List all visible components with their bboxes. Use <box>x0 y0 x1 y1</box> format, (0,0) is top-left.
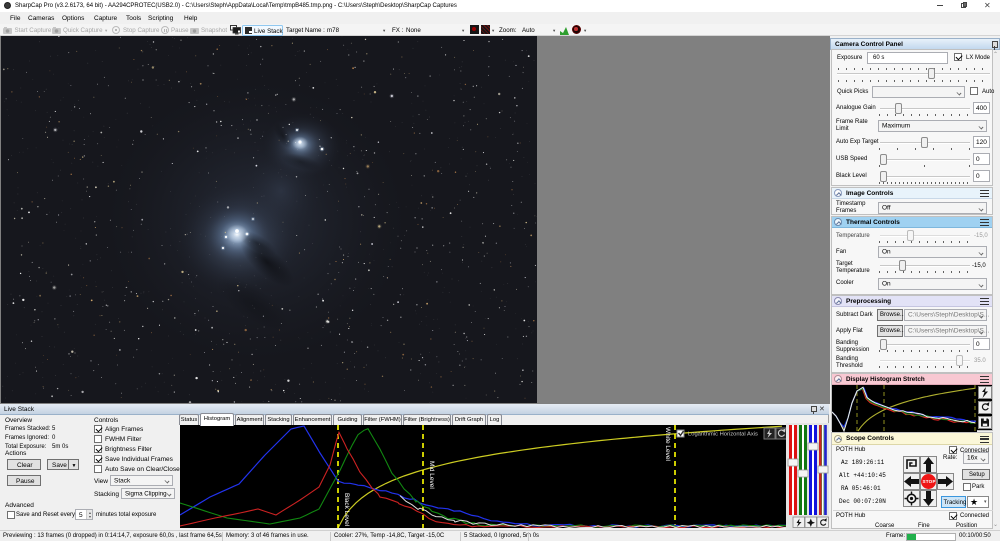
svg-text:Black Level: Black Level <box>343 493 350 527</box>
svg-text:White Level: White Level <box>664 427 671 462</box>
svg-text:Logarithmic Horizontal Axis: Logarithmic Horizontal Axis <box>688 432 758 438</box>
svg-text:Mid Level: Mid Level <box>428 461 435 489</box>
